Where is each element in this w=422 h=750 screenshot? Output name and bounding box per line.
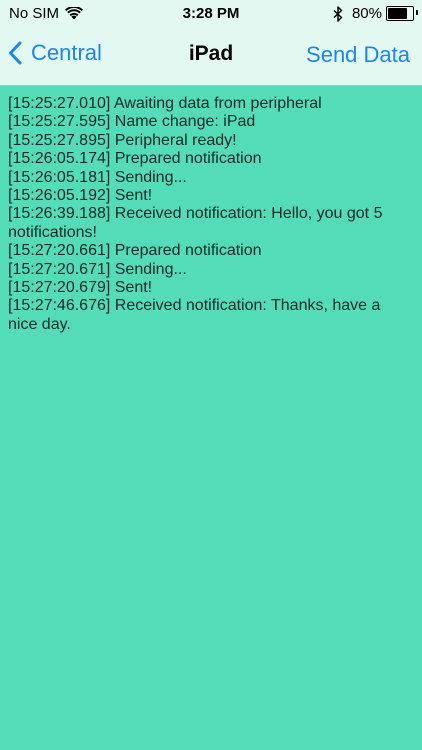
log-line: [15:25:27.010] Awaiting data from periph… [8, 95, 322, 112]
log-line: [15:26:39.188] Received notification: He… [8, 205, 387, 241]
log-line: [15:26:05.192] Sent! [8, 187, 153, 205]
battery-tip [415, 10, 418, 15]
battery-percent: 80% [351, 5, 382, 22]
log-view: [15:25:27.010] Awaiting data from periph… [0, 86, 422, 334]
battery-icon [386, 6, 418, 21]
log-line: [15:25:27.595] Name change: iPad [8, 113, 256, 131]
log-line: [15:27:46.676] Received notification: Th… [8, 297, 385, 333]
send-data-button[interactable]: Send Data [306, 42, 410, 68]
log-line: [15:27:20.661] Prepared notification [8, 242, 262, 260]
status-right: 80% [333, 5, 418, 22]
log-line: [15:26:05.174] Prepared notification [8, 150, 262, 168]
log-line: [15:26:05.181] Sending... [8, 168, 187, 186]
battery-fill [388, 8, 408, 19]
status-bar: No SIM 3:28 PM 80% [0, 0, 422, 28]
bluetooth-icon [333, 5, 343, 22]
navigation-bar: Central iPad Send Data [0, 28, 422, 85]
top-bar: No SIM 3:28 PM 80% Central iPad Send Dat… [0, 0, 422, 86]
log-line: [15:25:27.895] Peripheral ready! [8, 131, 237, 149]
log-line: [15:27:20.671] Sending... [8, 260, 187, 278]
screen: No SIM 3:28 PM 80% Central iPad Send Dat… [0, 0, 422, 750]
log-line: [15:27:20.679] Sent! [8, 279, 153, 297]
